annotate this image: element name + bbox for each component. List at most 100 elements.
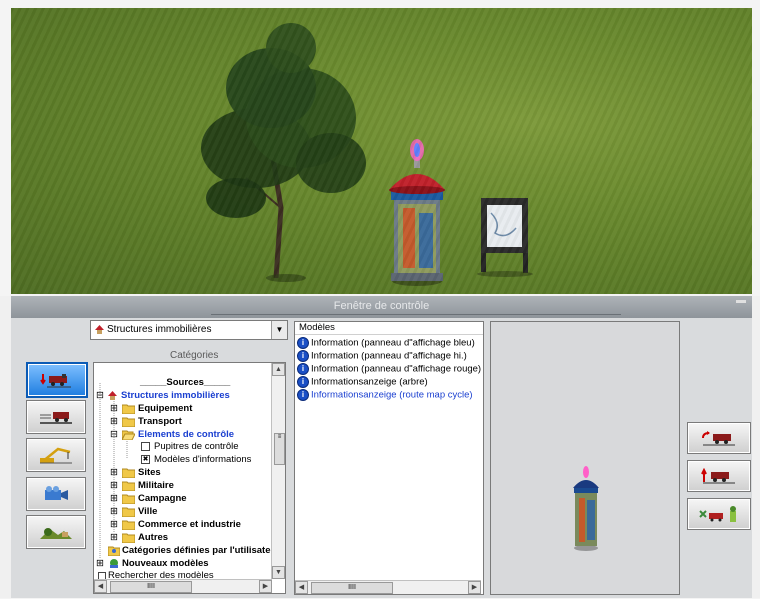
tree-expander-plus[interactable]: ⊞ — [110, 467, 118, 478]
tree-horizontal-scrollbar[interactable]: ◀ IIII ▶ — [94, 579, 272, 593]
tree-item-sources[interactable]: _____Sources_____ — [140, 377, 230, 388]
tree-item-elements-controle[interactable]: Elements de contrôle — [138, 429, 234, 440]
new-models-icon — [110, 559, 118, 568]
rotate-model-button[interactable] — [687, 422, 751, 454]
models-horizontal-scrollbar[interactable]: ◀ IIII ▶ — [295, 580, 481, 594]
insert-train-icon — [40, 374, 71, 388]
checkbox-unchecked[interactable] — [141, 442, 150, 451]
scroll-down-icon[interactable]: ▼ — [272, 566, 285, 579]
model-preview — [490, 321, 680, 595]
chevron-down-icon[interactable]: ▼ — [271, 321, 287, 339]
move-objects-icon — [699, 506, 736, 522]
crane-icon — [40, 447, 72, 464]
category-tree[interactable]: _____Sources_____ ⊟ Structures immobiliè… — [93, 362, 286, 594]
information-board — [477, 198, 533, 277]
3d-viewport[interactable] — [11, 8, 752, 294]
horizontal-scroll-thumb[interactable]: IIII — [110, 581, 192, 593]
track-train-icon — [40, 412, 72, 424]
info-icon: i — [297, 350, 309, 362]
rotate-train-icon — [702, 431, 735, 446]
insert-model-button[interactable] — [26, 362, 88, 398]
raise-model-button[interactable] — [687, 460, 751, 492]
house-icon — [95, 325, 104, 334]
tree-item-structures[interactable]: Structures immobilières — [121, 390, 230, 401]
user-folder-icon — [108, 546, 120, 556]
info-icon: i — [297, 389, 309, 401]
models-header-label: Modèles — [299, 322, 335, 333]
categories-label: Catégories — [170, 350, 219, 361]
scene-graphics — [201, 23, 533, 286]
house-icon — [108, 391, 117, 400]
tree-expander-plus[interactable]: ⊞ — [110, 493, 118, 504]
folder-icon — [122, 507, 135, 517]
info-icon: i — [297, 337, 309, 349]
tree-item-equipement[interactable]: Equipement — [138, 403, 192, 414]
category-combo[interactable]: Structures immobilières ▼ — [90, 320, 288, 340]
folder-icon — [122, 404, 135, 414]
folder-icon — [122, 417, 135, 427]
minimize-icon[interactable] — [736, 300, 746, 303]
model-label: Informationsanzeige (arbre) — [311, 376, 428, 388]
camera-icon — [45, 486, 68, 500]
folder-icon — [122, 533, 135, 543]
scroll-left-icon[interactable]: ◀ — [94, 580, 107, 593]
track-objects-button[interactable] — [26, 400, 86, 434]
tree-item-categories-utilisateur[interactable]: Catégories définies par l'utilisateur — [122, 545, 272, 556]
advertising-column — [389, 139, 445, 286]
tree-item-militaire[interactable]: Militaire — [138, 480, 174, 491]
landscape-icon — [40, 528, 72, 539]
info-icon: i — [297, 376, 309, 388]
title-divider — [211, 314, 621, 315]
tree-item-autres[interactable]: Autres — [138, 532, 168, 543]
tree-expander-plus[interactable]: ⊞ — [110, 416, 118, 427]
tree-vertical-scrollbar[interactable]: ▲ ≡ ▼ — [271, 363, 285, 579]
tree-expander-plus[interactable]: ⊞ — [110, 506, 118, 517]
info-icon: i — [297, 363, 309, 375]
list-item[interactable]: i Information (panneau d"affichage hi.) — [297, 350, 467, 363]
horizontal-scroll-thumb[interactable]: IIII — [311, 582, 393, 594]
checkbox-checked[interactable]: ✖ — [141, 455, 150, 464]
control-panel-title: Fenêtre de contrôle — [333, 300, 430, 312]
tree-expander-plus[interactable]: ⊞ — [110, 532, 118, 543]
list-item[interactable]: i Information (panneau d"affichage rouge) — [297, 363, 481, 376]
open-folder-icon — [122, 430, 135, 440]
model-label: Information (panneau d"affichage rouge) — [311, 363, 482, 375]
crane-objects-button[interactable] — [26, 438, 86, 472]
combo-selected-value: Structures immobilières — [107, 324, 212, 335]
tree-item-ville[interactable]: Ville — [138, 506, 157, 517]
folder-icon — [122, 481, 135, 491]
model-label: Informationsanzeige (route map cycle) — [311, 389, 473, 401]
tree-item-modeles-informations[interactable]: Modèles d'informations — [154, 454, 251, 465]
folder-icon — [122, 494, 135, 504]
objects-button[interactable] — [687, 498, 751, 530]
tree-expander-plus[interactable]: ⊞ — [110, 403, 118, 414]
scroll-right-icon[interactable]: ▶ — [468, 581, 481, 594]
list-item-selected[interactable]: i Informationsanzeige (route map cycle) — [297, 389, 473, 402]
tree-item-commerce-industrie[interactable]: Commerce et industrie — [138, 519, 241, 530]
tree-expander-minus[interactable]: ⊟ — [110, 429, 118, 440]
tree-item-nouveaux-modeles[interactable]: Nouveaux modèles — [122, 558, 209, 569]
tree-item-campagne[interactable]: Campagne — [138, 493, 187, 504]
folder-icon — [122, 520, 135, 530]
raise-train-icon — [701, 468, 735, 484]
scroll-right-icon[interactable]: ▶ — [259, 580, 272, 593]
model-label: Information (panneau d"affichage bleu) — [311, 337, 475, 349]
tree-expander-minus[interactable]: ⊟ — [96, 390, 104, 401]
control-panel-title-bar[interactable]: Fenêtre de contrôle — [11, 296, 752, 318]
list-item[interactable]: i Information (panneau d"affichage bleu) — [297, 337, 475, 350]
tree-item-transport[interactable]: Transport — [138, 416, 182, 427]
model-label: Information (panneau d"affichage hi.) — [311, 350, 467, 362]
tree-item-sites[interactable]: Sites — [138, 467, 161, 478]
landscape-objects-button[interactable] — [26, 515, 86, 549]
scroll-left-icon[interactable]: ◀ — [295, 581, 308, 594]
tree-expander-plus[interactable]: ⊞ — [96, 558, 104, 569]
vertical-scroll-thumb[interactable]: ≡ — [274, 433, 285, 465]
tree-expander-plus[interactable]: ⊞ — [110, 519, 118, 530]
tree-item-pupitres[interactable]: Pupitres de contrôle — [154, 441, 239, 452]
list-item[interactable]: i Informationsanzeige (arbre) — [297, 376, 428, 389]
scroll-up-icon[interactable]: ▲ — [272, 363, 285, 376]
models-list[interactable]: Modèles i Information (panneau d"affichag… — [294, 321, 484, 595]
tree — [201, 23, 366, 282]
camera-button[interactable] — [26, 477, 86, 511]
tree-expander-plus[interactable]: ⊞ — [110, 480, 118, 491]
